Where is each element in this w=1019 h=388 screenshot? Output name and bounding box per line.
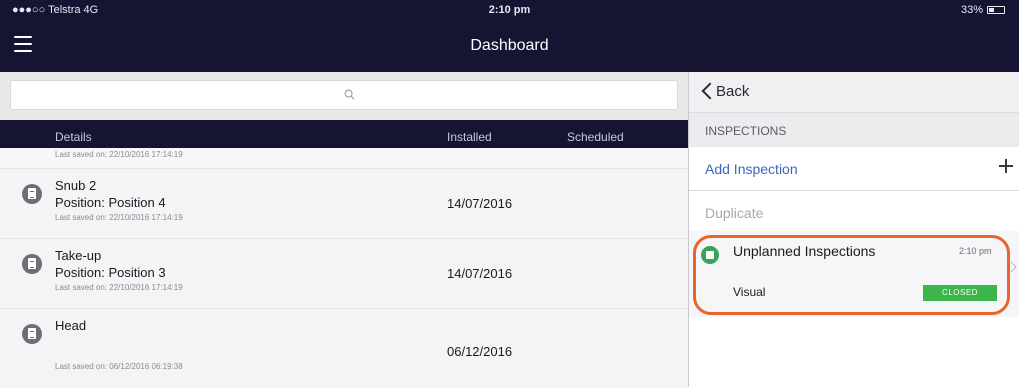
inspection-item[interactable]: Unplanned Inspections 2:10 pm Visual CLO…	[689, 231, 1019, 317]
status-bar: ●●●○○ Telstra 4G 2:10 pm 33%	[0, 0, 1019, 22]
search-bar	[0, 72, 688, 120]
search-input[interactable]	[10, 80, 678, 110]
inspections-pane: Back INSPECTIONS Add Inspection Duplicat…	[689, 72, 1019, 387]
clock: 2:10 pm	[488, 4, 531, 16]
page-title: Dashboard	[470, 37, 549, 54]
clipboard-icon	[22, 254, 42, 274]
clipboard-icon	[22, 324, 42, 344]
asset-position: Position: Position 3	[55, 265, 166, 280]
asset-position: Position: Position 4	[55, 195, 166, 210]
asset-name: Head	[55, 318, 87, 333]
installed-date: 14/07/2016	[447, 196, 513, 211]
duplicate-label: Duplicate	[705, 205, 764, 221]
battery-indicator: 33%	[961, 4, 1005, 16]
installed-date: 06/12/2016	[447, 344, 513, 359]
nav-bar: Dashboard	[0, 22, 1019, 72]
column-header-details[interactable]: Details	[55, 130, 92, 144]
duplicate-button[interactable]: Duplicate	[689, 191, 1019, 231]
battery-percent: 33%	[960, 4, 983, 16]
table-row[interactable]: Head Last saved on: 06/12/2016 06:19:38 …	[0, 308, 688, 388]
asset-name: Take-up	[55, 248, 102, 263]
last-saved-label: Last saved on: 22/10/2016 17:14:19	[55, 283, 183, 292]
search-icon	[344, 89, 355, 100]
last-saved-label: Last saved on: 22/10/2016 17:14:19	[55, 213, 183, 222]
table-row[interactable]: Snub 2 Position: Position 4 Last saved o…	[0, 168, 688, 238]
back-button[interactable]: Back	[689, 72, 1019, 112]
asset-rows: Last saved on: 22/10/2016 17:14:19 Snub …	[0, 148, 688, 388]
back-label: Back	[716, 83, 750, 100]
table-row[interactable]: Take-up Position: Position 3 Last saved …	[0, 238, 688, 308]
battery-icon	[987, 6, 1005, 14]
table-header: Details Installed Scheduled	[0, 120, 688, 148]
section-header: INSPECTIONS	[689, 112, 1019, 147]
column-header-scheduled[interactable]: Scheduled	[567, 130, 624, 144]
section-title: INSPECTIONS	[705, 124, 787, 138]
installed-date: 14/07/2016	[447, 266, 513, 281]
last-saved-label: Last saved on: 06/12/2016 06:19:38	[55, 362, 183, 371]
asset-list-pane: Details Installed Scheduled Last saved o…	[0, 72, 688, 388]
highlight-outline	[693, 235, 1010, 315]
column-header-installed[interactable]: Installed	[447, 130, 492, 144]
last-saved-label: Last saved on: 22/10/2016 17:14:19	[55, 150, 183, 159]
clipboard-icon	[22, 184, 42, 204]
add-inspection-label: Add Inspection	[705, 161, 798, 177]
add-inspection-button[interactable]: Add Inspection	[689, 147, 1019, 191]
plus-icon[interactable]	[999, 159, 1013, 173]
asset-name: Snub 2	[55, 178, 97, 193]
